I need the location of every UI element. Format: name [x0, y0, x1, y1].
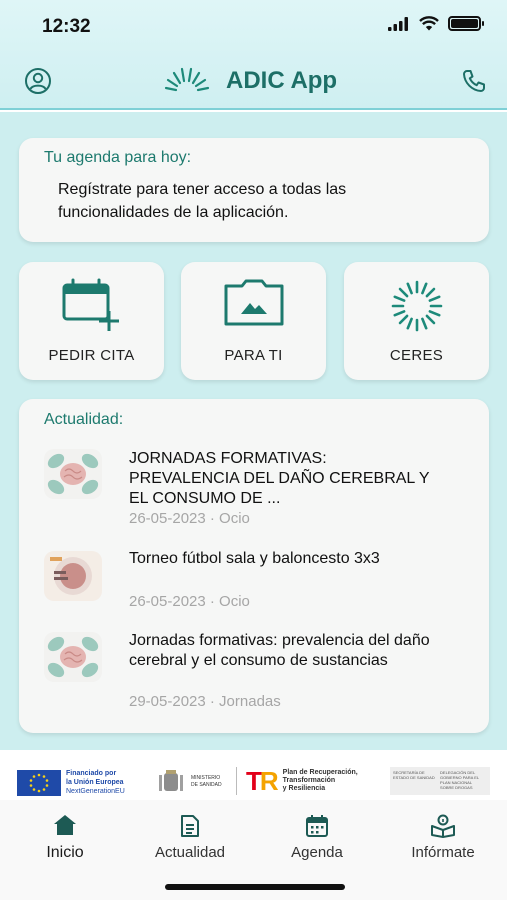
app-title: ADIC App [226, 67, 338, 94]
adic-logo-icon [164, 67, 210, 92]
plan-text-3: y Resiliencia [282, 785, 326, 792]
recovery-plan-logo: TR Plan de Recuperación, Transformación … [246, 767, 358, 795]
status-time: 12:32 [42, 16, 91, 37]
home-icon [54, 815, 76, 835]
app-header: 12:32 ADIC App [0, 0, 507, 110]
nav-inicio-label: Inicio [46, 844, 84, 861]
secretaria-text: SECRETARÍA DE ESTADO DE SANIDAD [393, 770, 435, 780]
para-ti-label: PARA TI [224, 347, 283, 364]
government-logo: SECRETARÍA DE ESTADO DE SANIDAD DELEGACI… [390, 767, 490, 795]
news-card: Actualidad: JORNADAS FORMATIVAS: PREVALE… [19, 399, 489, 733]
signal-icon [388, 16, 408, 31]
news-item-meta: 29-05-2023 · Jornadas [129, 693, 281, 710]
news-item-title: Jornadas formativas: prevalencia del dañ… [129, 632, 430, 669]
ceres-burst-icon [391, 280, 442, 332]
news-item-meta: 26-05-2023 · Ocio [129, 510, 250, 527]
home-content: Tu agenda para hoy: Regístrate para tene… [0, 112, 507, 750]
info-book-icon [431, 814, 455, 838]
pedir-cita-label: PEDIR CITA [48, 347, 135, 364]
agenda-title: Tu agenda para hoy: [44, 149, 192, 166]
divider [236, 767, 237, 795]
coat-of-arms-icon [159, 770, 183, 791]
ceres-label: CERES [389, 347, 444, 364]
ceres-tile[interactable]: CERES [344, 262, 489, 380]
home-indicator[interactable] [165, 884, 345, 890]
calendar-add-icon [62, 278, 119, 331]
ministry-text-2: DE SANIDAD [191, 782, 222, 788]
plan-text-1: Plan de Recuperación, [282, 769, 358, 776]
news-title: Actualidad: [44, 411, 124, 428]
tr-logo-icon: TR [246, 766, 279, 796]
news-thumbnail [44, 551, 102, 601]
agenda-card: Tu agenda para hoy: Regístrate para tene… [19, 138, 489, 242]
nav-informate-label: Infórmate [411, 844, 475, 861]
news-item-meta: 26-05-2023 · Ocio [129, 593, 250, 610]
eu-logo: Financiado por la Unión Europea NextGene… [17, 769, 125, 796]
news-item[interactable]: JORNADAS FORMATIVAS: PREVALENCIA DEL DAÑ… [44, 444, 464, 534]
news-item-title: Torneo fútbol sala y baloncesto 3x3 [129, 550, 380, 567]
nav-actualidad-label: Actualidad [154, 844, 226, 861]
battery-icon [448, 16, 484, 31]
wifi-icon [419, 16, 439, 31]
news-item-title: JORNADAS FORMATIVAS: PREVALENCIA DEL DAÑ… [129, 450, 430, 507]
eu-text-3: NextGenerationEU [66, 788, 125, 795]
nav-inicio[interactable]: Inicio [10, 814, 120, 862]
document-icon [181, 815, 199, 837]
agenda-message: Regístrate para tener acceso a todas las… [58, 181, 347, 221]
nav-agenda[interactable]: Agenda [262, 814, 372, 861]
news-item[interactable]: Jornadas formativas: prevalencia del dañ… [44, 629, 464, 719]
eu-text-2: la Unión Europea [66, 779, 124, 786]
status-icons [388, 16, 484, 31]
phone-icon[interactable] [461, 68, 487, 94]
user-circle-icon[interactable] [24, 67, 52, 95]
para-ti-tile[interactable]: PARA TI [181, 262, 326, 380]
news-thumbnail [44, 632, 102, 682]
plan-text-2: Transformación [282, 777, 336, 784]
nav-agenda-label: Agenda [291, 844, 343, 861]
nav-informate[interactable]: Infórmate [388, 814, 498, 861]
pedir-cita-tile[interactable]: PEDIR CITA [19, 262, 164, 380]
eu-flag-icon [17, 769, 61, 796]
news-item[interactable]: Torneo fútbol sala y baloncesto 3x3 26-0… [44, 547, 464, 617]
ministerio-logo: MINISTERIO DE SANIDAD [156, 769, 222, 795]
image-icon [224, 279, 283, 326]
delegacion-text: DELEGACIÓN DEL GOBIERNO PARA EL PLAN NAC… [440, 770, 479, 790]
calendar-icon [306, 815, 328, 837]
eu-text-1: Financiado por [66, 770, 117, 777]
ministry-text-1: MINISTERIO [191, 775, 221, 781]
news-thumbnail [44, 449, 102, 499]
nav-actualidad[interactable]: Actualidad [135, 814, 245, 861]
